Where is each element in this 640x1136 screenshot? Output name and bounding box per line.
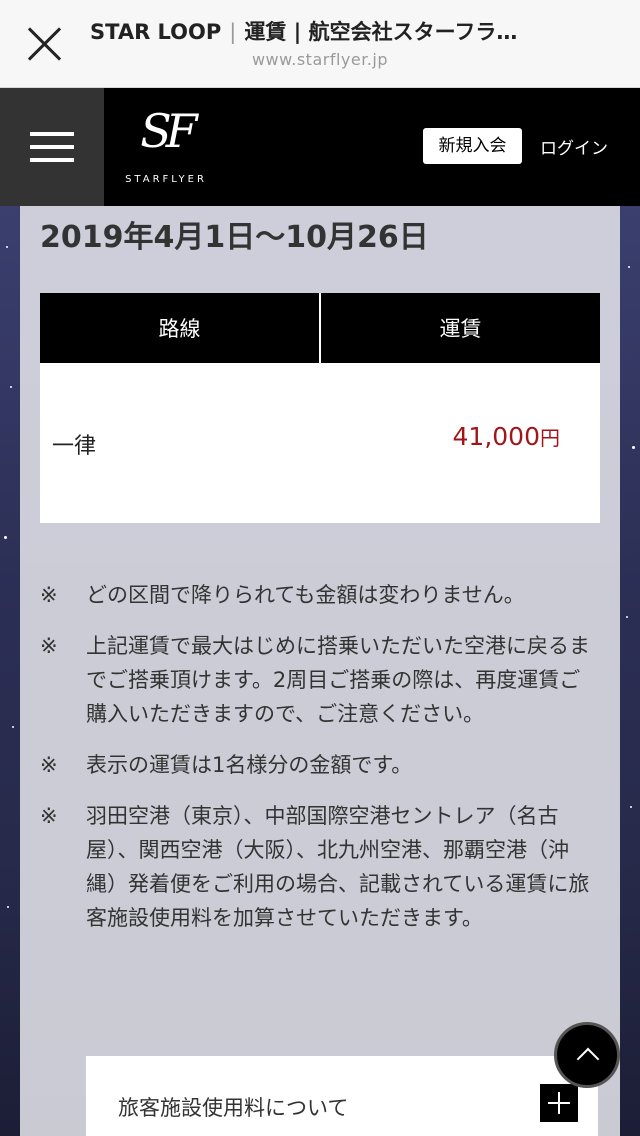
hamburger-line xyxy=(30,132,74,136)
list-item: ※ 上記運賃で最大はじめに搭乗いただいた空港に戻るまでご搭乗頂けます。2周目ご搭… xyxy=(40,629,600,731)
title-separator: | xyxy=(229,20,237,44)
notes-list: ※ どの区間で降りられても金額は変わりません。 ※ 上記運賃で最大はじめに搭乗い… xyxy=(40,578,600,952)
fare-table: 路線 運賃 一律 41,000円 xyxy=(40,293,600,523)
note-text: どの区間で降りられても金額は変わりません。 xyxy=(86,583,525,607)
fare-unit: 円 xyxy=(540,425,560,450)
note-mark: ※ xyxy=(40,634,58,658)
note-mark: ※ xyxy=(40,804,58,828)
facility-fee-accordion[interactable]: 旅客施設使用料について xyxy=(86,1056,598,1136)
list-item: ※ 表示の運賃は1名様分の金額です。 xyxy=(40,748,600,782)
hamburger-line xyxy=(30,145,74,149)
star xyxy=(7,906,9,908)
note-text: 羽田空港（東京）、中部国際空港セントレア（名古屋）、関西空港（大阪）、北九州空港… xyxy=(86,804,590,930)
list-item: ※ どの区間で降りられても金額は変わりません。 xyxy=(40,578,600,612)
fare-cell: 41,000円 xyxy=(320,363,600,523)
site-header: SF STARFLYER 新規入会 ログイン xyxy=(0,88,640,206)
logo-text: STARFLYER xyxy=(125,174,207,185)
site-name: STAR LOOP xyxy=(90,20,222,44)
browser-title: STAR LOOP | 運賃 | 航空会社スターフラ… xyxy=(90,16,610,46)
list-item: ※ 羽田空港（東京）、中部国際空港セントレア（名古屋）、関西空港（大阪）、北九州… xyxy=(40,799,600,935)
note-mark: ※ xyxy=(40,583,58,607)
join-button[interactable]: 新規入会 xyxy=(423,128,522,164)
browser-bar: STAR LOOP | 運賃 | 航空会社スターフラ… www.starflyer.… xyxy=(0,0,640,88)
accordion-label: 旅客施設使用料について xyxy=(118,1096,349,1120)
fare-amount: 41,000 xyxy=(452,421,540,451)
url-text[interactable]: www.starflyer.jp xyxy=(0,50,640,69)
chevron-up-icon xyxy=(576,1047,600,1071)
period-heading: 2019年4月1日〜10月26日 xyxy=(40,220,429,255)
note-mark: ※ xyxy=(40,753,58,777)
note-text: 上記運賃で最大はじめに搭乗いただいた空港に戻るまでご搭乗頂けます。2周目ご搭乗の… xyxy=(86,634,590,726)
page-title: 運賃 | 航空会社スターフラ… xyxy=(244,20,518,44)
star xyxy=(10,386,12,388)
star xyxy=(12,726,14,728)
table-row: 一律 41,000円 xyxy=(40,363,600,523)
hamburger-icon[interactable] xyxy=(0,88,104,206)
star xyxy=(4,536,7,539)
note-text: 表示の運賃は1名様分の金額です。 xyxy=(86,753,413,777)
star xyxy=(630,806,632,808)
logo-mark: SF xyxy=(140,104,197,158)
column-header-fare: 運賃 xyxy=(320,293,600,363)
star xyxy=(632,446,635,449)
starflyer-logo[interactable]: SF STARFLYER xyxy=(116,104,216,194)
back-to-top-button[interactable] xyxy=(554,1022,620,1088)
column-header-route: 路線 xyxy=(40,293,321,363)
star xyxy=(628,266,630,268)
login-link[interactable]: ログイン xyxy=(540,134,608,159)
star xyxy=(6,246,8,248)
star xyxy=(626,616,628,618)
route-cell: 一律 xyxy=(40,363,320,523)
hamburger-line xyxy=(30,158,74,162)
plus-icon[interactable] xyxy=(540,1084,578,1122)
